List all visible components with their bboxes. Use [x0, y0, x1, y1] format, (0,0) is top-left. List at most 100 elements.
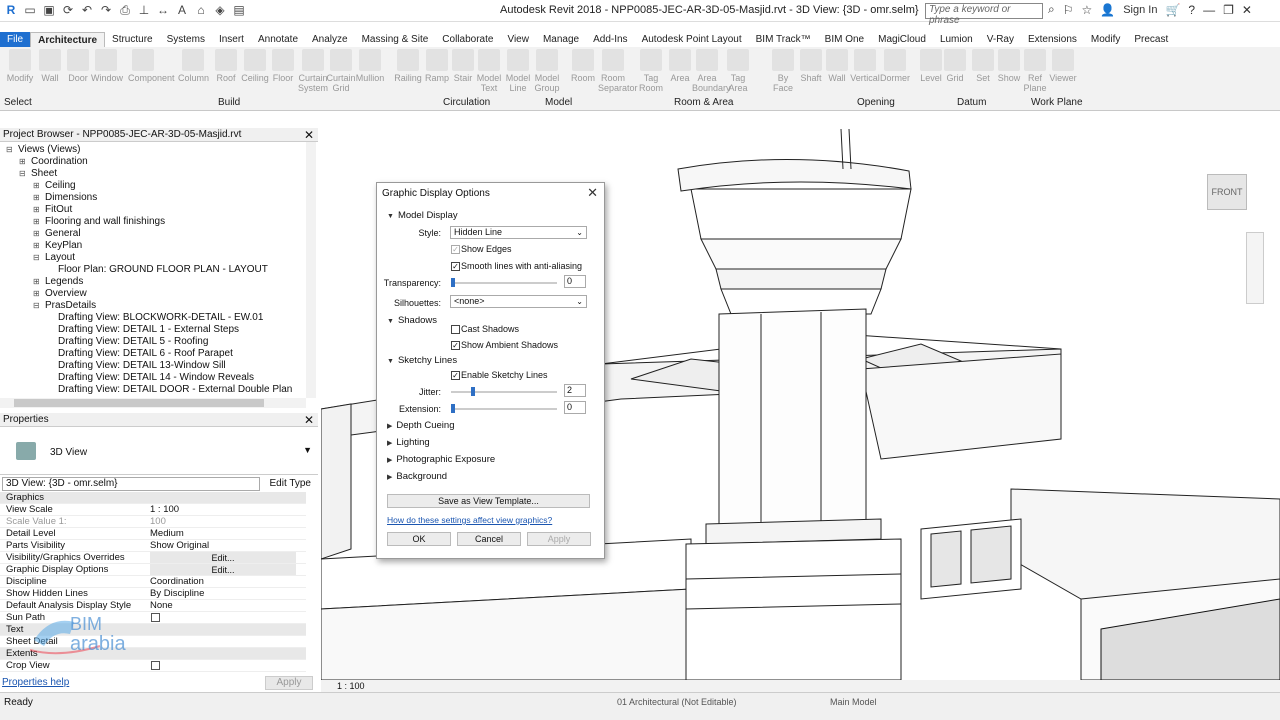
expand-icon[interactable]: ⊞	[33, 193, 40, 202]
tab-analyze[interactable]: Analyze	[305, 32, 355, 47]
section-lighting[interactable]: ▶ Lighting	[387, 437, 430, 448]
sign-in-button[interactable]: Sign In	[1123, 4, 1157, 16]
cast-shadows-checkbox[interactable]	[451, 325, 460, 334]
tool-curtain-grid[interactable]: Curtain Grid	[326, 49, 356, 93]
tree-item[interactable]: Legends	[45, 276, 83, 287]
scrollbar-thumb[interactable]	[14, 399, 264, 407]
enable-sketchy-checkbox[interactable]: ✓	[451, 371, 460, 380]
tab-file[interactable]: File	[0, 32, 31, 47]
tab-architecture[interactable]: Architecture	[30, 32, 106, 47]
section-depth-cueing[interactable]: ▶ Depth Cueing	[387, 420, 455, 431]
tab-precast[interactable]: Precast	[1127, 32, 1175, 47]
tool-grid[interactable]: Grid	[940, 49, 970, 83]
tool-tag-room[interactable]: Tag Room	[636, 49, 666, 93]
ribbon-group-room-area[interactable]: Room & Area	[674, 97, 733, 108]
close-icon[interactable]: ✕	[1242, 3, 1252, 17]
tool-floor[interactable]: Floor	[268, 49, 298, 83]
tab-extensions[interactable]: Extensions	[1021, 32, 1084, 47]
print-icon[interactable]: ⎙	[118, 3, 132, 17]
property-row[interactable]: Discipline Coordination	[0, 576, 306, 588]
type-selector[interactable]: 3D View ▼	[0, 427, 318, 475]
tree-item[interactable]: Drafting View: BLOCKWORK-DETAIL - EW.01	[58, 312, 263, 323]
ambient-shadows-checkbox[interactable]: ✓	[451, 341, 460, 350]
subscription-icon[interactable]: ⚐	[1063, 3, 1074, 17]
ribbon-group-build[interactable]: Build	[218, 97, 240, 108]
search-input[interactable]: Type a keyword or phrase	[925, 3, 1043, 26]
text-icon[interactable]: A	[175, 3, 189, 17]
property-row[interactable]: Visibility/Graphics Overrides Edit...	[0, 552, 306, 564]
tool-window[interactable]: Window	[91, 49, 123, 83]
jitter-slider-thumb[interactable]	[471, 387, 475, 396]
chevron-down-icon[interactable]: ▼	[303, 445, 312, 455]
tab-collaborate[interactable]: Collaborate	[435, 32, 500, 47]
expand-icon[interactable]: ⊞	[33, 241, 40, 250]
measure-icon[interactable]: ⊥	[137, 3, 151, 17]
close-icon[interactable]: ✕	[304, 413, 314, 427]
tool-column[interactable]: Column	[178, 49, 209, 83]
vertical-scrollbar[interactable]	[306, 142, 316, 398]
revit-logo-icon[interactable]: R	[4, 3, 18, 17]
tool-roof[interactable]: Roof	[211, 49, 241, 83]
close-icon[interactable]: ✕	[304, 128, 314, 142]
expand-icon[interactable]: ⊞	[33, 289, 40, 298]
property-row[interactable]: View Scale 1 : 100	[0, 504, 306, 516]
tree-item[interactable]: PrasDetails	[45, 300, 96, 311]
tree-item[interactable]: Drafting View: DETAIL 6 - Roof Parapet	[58, 348, 233, 359]
open-icon[interactable]: ▭	[23, 3, 37, 17]
instance-selector[interactable]: 3D View: {3D - omr.selm}	[2, 477, 260, 491]
edit-button[interactable]: Edit...	[150, 552, 296, 563]
tab-annotate[interactable]: Annotate	[251, 32, 305, 47]
ribbon-group-circulation[interactable]: Circulation	[443, 97, 490, 108]
tab-lumion[interactable]: Lumion	[933, 32, 980, 47]
tool-mullion[interactable]: Mullion	[355, 49, 385, 83]
silhouettes-select[interactable]: <none> ⌄	[450, 295, 587, 308]
extension-slider-thumb[interactable]	[451, 404, 455, 413]
close-icon[interactable]: ✕	[587, 185, 598, 201]
property-row[interactable]: Crop View	[0, 660, 306, 672]
tab-insert[interactable]: Insert	[212, 32, 251, 47]
tool-tag-area[interactable]: Tag Area	[723, 49, 753, 93]
extension-slider[interactable]	[451, 408, 557, 410]
ribbon-group-model[interactable]: Model	[545, 97, 572, 108]
ribbon-group-select[interactable]: Select	[4, 97, 32, 108]
tree-item[interactable]: General	[45, 228, 81, 239]
tool-component[interactable]: Component	[128, 49, 175, 83]
view-cube[interactable]: FRONT	[1207, 174, 1247, 210]
tree-item[interactable]: Drafting View: DETAIL 14 - Window Reveal…	[58, 372, 254, 383]
expand-icon[interactable]: ⊞	[33, 205, 40, 214]
minimize-icon[interactable]: —	[1203, 3, 1215, 17]
tool-viewer[interactable]: Viewer	[1048, 49, 1078, 83]
save-icon[interactable]: ▣	[42, 3, 56, 17]
section-icon[interactable]: ◈	[213, 3, 227, 17]
tool-ceiling[interactable]: Ceiling	[240, 49, 270, 83]
active-model[interactable]: Main Model	[830, 697, 877, 707]
transparency-input[interactable]: 0	[564, 275, 586, 288]
switch-windows-icon[interactable]: ▤	[232, 3, 246, 17]
tool-area[interactable]: Area	[665, 49, 695, 83]
cart-icon[interactable]: 🛒	[1165, 3, 1180, 17]
tree-item[interactable]: Drafting View: DETAIL 13-Window Sill	[58, 360, 226, 371]
tab-systems[interactable]: Systems	[160, 32, 212, 47]
tab-bim-track-[interactable]: BIM Track™	[749, 32, 818, 47]
undo-icon[interactable]: ↶	[80, 3, 94, 17]
expand-icon[interactable]: ⊞	[33, 181, 40, 190]
cancel-button[interactable]: Cancel	[457, 532, 521, 546]
tree-item[interactable]: Flooring and wall finishings	[45, 216, 165, 227]
tool-ref-plane[interactable]: Ref Plane	[1020, 49, 1050, 93]
expand-icon[interactable]: ⊞	[19, 157, 26, 166]
transparency-slider[interactable]	[451, 282, 557, 284]
collapse-icon[interactable]: ⊟	[6, 145, 13, 154]
tree-item[interactable]: Dimensions	[45, 192, 97, 203]
properties-help-link[interactable]: Properties help	[2, 677, 69, 688]
property-category[interactable]: Graphics	[0, 492, 306, 504]
tree-item[interactable]: Layout	[45, 252, 75, 263]
tab-manage[interactable]: Manage	[536, 32, 586, 47]
show-edges-checkbox[interactable]: ✓	[451, 245, 460, 254]
expand-icon[interactable]: ⊞	[33, 217, 40, 226]
tool-room-separator[interactable]: Room Separator	[598, 49, 638, 93]
property-row[interactable]: Parts Visibility Show Original	[0, 540, 306, 552]
tree-item[interactable]: Drafting View: DETAIL 1 - External Steps	[58, 324, 239, 335]
property-checkbox[interactable]	[151, 661, 160, 670]
tab-bim-one[interactable]: BIM One	[818, 32, 871, 47]
sync-icon[interactable]: ⟳	[61, 3, 75, 17]
